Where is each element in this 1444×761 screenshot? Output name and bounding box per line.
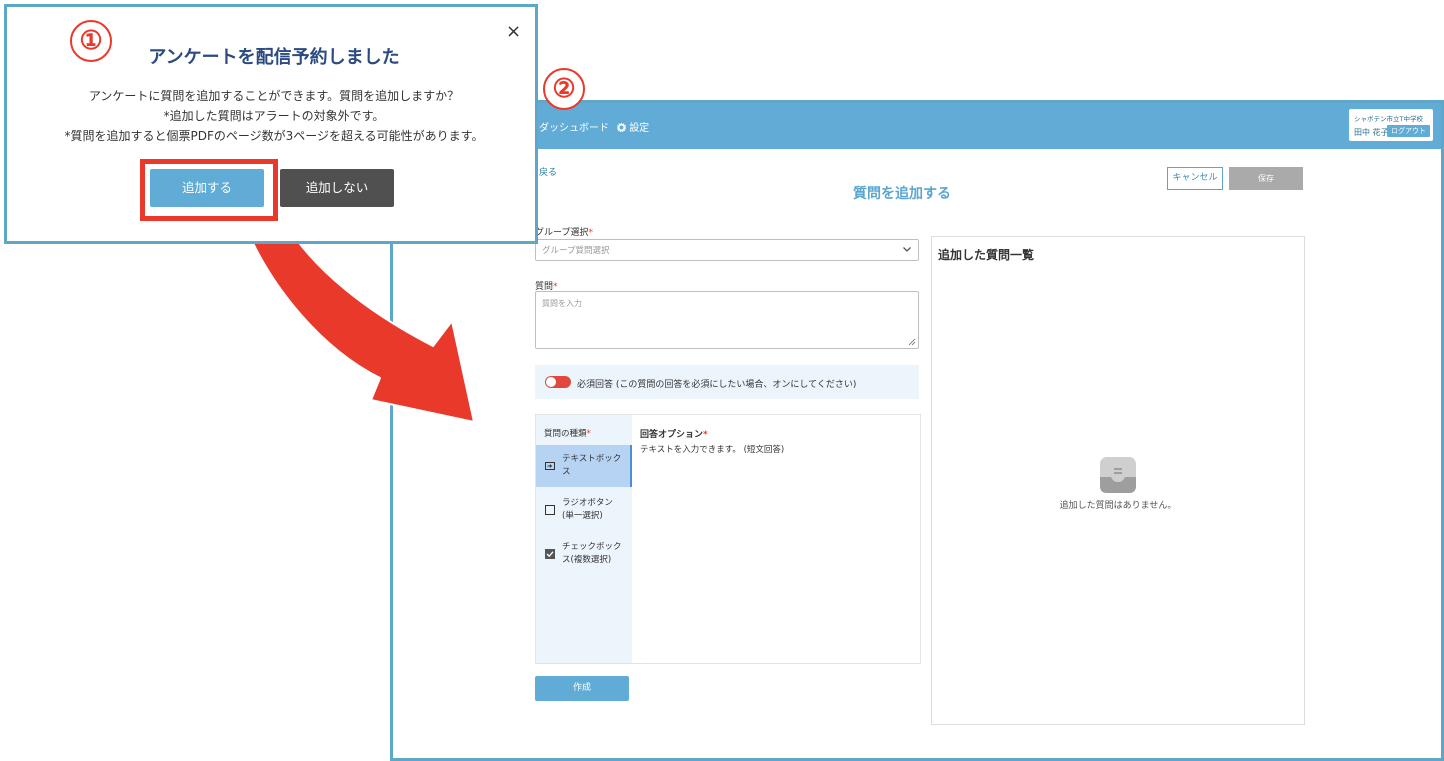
- logout-button[interactable]: ログアウト: [1387, 125, 1430, 137]
- type-option-label: チェックボックス(複数選択): [562, 542, 622, 565]
- question-type-label: 質問の種類*: [544, 427, 591, 439]
- type-option-checkbox[interactable]: チェックボックス(複数選択): [536, 533, 632, 575]
- type-option-label: テキストボックス: [562, 454, 622, 477]
- save-button[interactable]: 保存: [1229, 167, 1303, 190]
- checkbox-icon: [545, 549, 555, 559]
- dialog-message: アンケートに質問を追加することができます。質問を追加しますか？: [88, 89, 460, 103]
- type-option-radio[interactable]: ラジオボタン(単一選択): [536, 489, 632, 531]
- schedule-complete-dialog: ① アンケートを配信予約しました × アンケートに質問を追加することができます。…: [4, 4, 538, 244]
- flow-arrow-icon: [243, 218, 475, 423]
- nav-settings-label: 設定: [629, 123, 650, 134]
- type-option-textbox[interactable]: テキストボックス: [536, 445, 632, 487]
- required-mark: *: [703, 430, 708, 440]
- step-number-2: ②: [543, 68, 585, 110]
- page-title: 質問を追加する: [853, 186, 951, 202]
- group-select-label-text: グループ選択: [535, 228, 589, 238]
- user-name: 田中 花子: [1354, 128, 1389, 137]
- dialog-note-pdf: *質問を追加すると個票PDFのページ数が3ページを超える可能性があります。: [64, 129, 484, 143]
- school-name: シャボテン市立T中学校: [1354, 115, 1423, 123]
- required-answer-row: 必須回答 (この質問の回答を必須にしたい場合、オンにしてください): [535, 365, 919, 399]
- group-select[interactable]: グループ質問選択: [535, 239, 919, 261]
- question-input-placeholder: 質問を入力: [542, 299, 582, 308]
- empty-state-text: 追加した質問はありません。: [1059, 501, 1177, 511]
- radio-icon: [545, 505, 555, 515]
- question-input[interactable]: 質問を入力: [535, 291, 919, 349]
- add-question-screen: ダッシュボード 設定 シャボテン市立T中学校 田中 花子 ログアウト 戻る 質問…: [390, 100, 1444, 761]
- required-mark: *: [588, 228, 593, 238]
- answer-option-description: テキストを入力できます。 (短文回答): [640, 445, 785, 455]
- resize-handle-icon[interactable]: [908, 338, 916, 346]
- answer-option-label-text: 回答オプション: [640, 430, 704, 440]
- back-link[interactable]: 戻る: [539, 165, 557, 178]
- textbox-icon: [545, 462, 555, 470]
- group-select-placeholder: グループ質問選択: [542, 246, 610, 256]
- gear-icon: [616, 122, 627, 133]
- group-select-label: グループ選択*: [535, 225, 593, 238]
- create-button[interactable]: 作成: [535, 676, 629, 701]
- cancel-button[interactable]: キャンセル: [1167, 167, 1223, 190]
- required-mark: *: [586, 429, 591, 439]
- question-type-label-text: 質問の種類: [544, 429, 587, 439]
- question-type-panel: 質問の種類* テキストボックス ラジオボタン(単一選択) チェックボックス(複数…: [535, 414, 921, 664]
- empty-inbox-icon: [1100, 457, 1136, 493]
- no-add-button[interactable]: 追加しない: [280, 169, 394, 207]
- user-info-box: シャボテン市立T中学校 田中 花子 ログアウト: [1349, 109, 1433, 141]
- added-question-list: 追加した質問一覧 追加した質問はありません。: [931, 236, 1305, 725]
- answer-option-label: 回答オプション*: [640, 427, 708, 440]
- nav-settings-link[interactable]: 設定: [616, 119, 650, 134]
- toggle-knob: [546, 377, 556, 387]
- nav-dashboard-link[interactable]: ダッシュボード: [539, 119, 609, 134]
- question-type-list: 質問の種類* テキストボックス ラジオボタン(単一選択) チェックボックス(複数…: [536, 415, 632, 663]
- required-answer-text: 必須回答 (この質問の回答を必須にしたい場合、オンにしてください): [577, 380, 857, 390]
- chevron-down-icon: [903, 247, 911, 252]
- type-option-label: ラジオボタン(単一選択): [562, 498, 613, 521]
- add-button[interactable]: 追加する: [150, 169, 264, 207]
- top-navigation-bar: ダッシュボード 設定 シャボテン市立T中学校 田中 花子 ログアウト: [393, 103, 1441, 149]
- required-toggle[interactable]: [545, 376, 571, 388]
- dialog-note-alert: *追加した質問はアラートの対象外です。: [163, 109, 385, 123]
- close-icon[interactable]: ×: [506, 21, 521, 42]
- added-question-list-title: 追加した質問一覧: [938, 248, 1035, 262]
- dialog-title: アンケートを配信予約しました: [148, 47, 400, 68]
